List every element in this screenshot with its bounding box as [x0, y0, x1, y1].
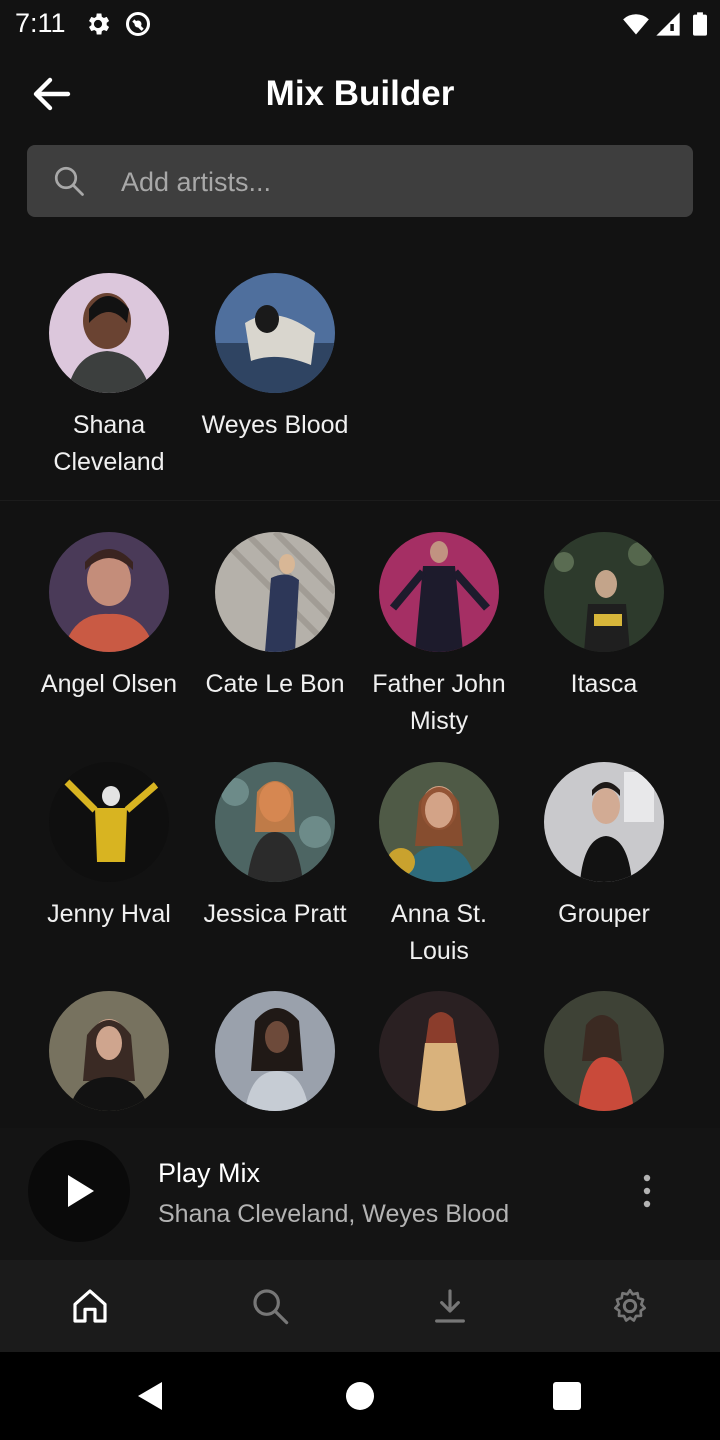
- artist-avatar: [215, 273, 335, 393]
- nav-search[interactable]: [180, 1260, 360, 1352]
- sync-status-icon: [125, 11, 151, 37]
- back-triangle-icon[interactable]: [132, 1378, 168, 1414]
- artist-name: Itasca: [570, 670, 638, 698]
- artist-avatar: [215, 991, 335, 1111]
- selected-artist-shana-cleveland[interactable]: Shana Cleveland: [29, 273, 189, 481]
- artist-avatar: [49, 273, 169, 393]
- artist-avatar: [544, 762, 664, 882]
- artist-tile[interactable]: [29, 991, 189, 1111]
- artist-avatar: [379, 532, 499, 652]
- nav-downloads[interactable]: [360, 1260, 540, 1352]
- artist-avatar: [379, 762, 499, 882]
- search-input[interactable]: [119, 145, 683, 219]
- more-options-button[interactable]: [630, 1172, 664, 1212]
- artist-itasca[interactable]: Itasca: [524, 532, 684, 703]
- artist-avatar: [379, 991, 499, 1111]
- artist-tile[interactable]: [524, 991, 684, 1111]
- artist-avatar: [49, 991, 169, 1111]
- more-vertical-icon: [643, 1174, 651, 1208]
- artist-father-john-misty[interactable]: Father John Misty: [359, 532, 519, 740]
- artist-avatar: [544, 991, 664, 1111]
- download-icon: [435, 1289, 465, 1323]
- artist-name: Weyes Blood: [201, 411, 349, 439]
- selected-artist-weyes-blood[interactable]: Weyes Blood: [195, 273, 355, 444]
- play-mix-title: Play Mix: [158, 1158, 261, 1188]
- artist-name: Shana Cleveland: [53, 411, 165, 476]
- mix-player: Play Mix Shana Cleveland, Weyes Blood: [0, 1128, 720, 1260]
- artist-avatar: [49, 762, 169, 882]
- artist-name: Angel Olsen: [40, 670, 178, 698]
- artist-search-bar[interactable]: [27, 145, 693, 219]
- play-button[interactable]: [28, 1140, 130, 1242]
- artist-name: Grouper: [558, 900, 650, 928]
- recents-square-icon[interactable]: [549, 1378, 585, 1414]
- artist-name: Father John Misty: [372, 670, 506, 735]
- artist-name: Jessica Pratt: [203, 900, 347, 928]
- artist-name: Cate Le Bon: [205, 670, 345, 698]
- artist-anna-st-louis[interactable]: Anna St. Louis: [359, 762, 519, 970]
- artist-avatar: [215, 532, 335, 652]
- status-time: 7:11: [15, 8, 66, 38]
- system-nav-bar: [0, 1352, 720, 1440]
- play-icon: [68, 1175, 94, 1207]
- artist-avatar: [544, 532, 664, 652]
- play-mix-subtitle: Shana Cleveland, Weyes Blood: [158, 1200, 510, 1228]
- section-divider: [0, 500, 720, 501]
- app-header: Mix Builder: [0, 52, 720, 140]
- artist-jessica-pratt[interactable]: Jessica Pratt: [195, 762, 355, 933]
- status-bar: 7:11: [0, 0, 720, 48]
- artist-name: Anna St. Louis: [391, 900, 487, 965]
- settings-status-icon: [89, 13, 110, 35]
- bottom-nav: [0, 1260, 720, 1352]
- artist-tile[interactable]: [359, 991, 519, 1111]
- search-icon: [253, 1289, 289, 1325]
- artist-avatar: [49, 532, 169, 652]
- home-circle-icon[interactable]: [342, 1378, 378, 1414]
- gear-icon: [614, 1288, 646, 1322]
- selected-artists: Shana Cleveland Weyes Blood: [0, 250, 720, 500]
- battery-icon: [693, 12, 707, 36]
- artist-angel-olsen[interactable]: Angel Olsen: [29, 532, 189, 703]
- artist-jenny-hval[interactable]: Jenny Hval: [29, 762, 189, 933]
- wifi-icon: [623, 14, 649, 35]
- artist-avatar: [215, 762, 335, 882]
- nav-settings[interactable]: [540, 1260, 720, 1352]
- nav-home[interactable]: [0, 1260, 180, 1352]
- home-icon: [73, 1289, 107, 1323]
- artist-tile[interactable]: [195, 991, 355, 1111]
- page-title: Mix Builder: [265, 74, 455, 113]
- artist-cate-le-bon[interactable]: Cate Le Bon: [195, 532, 355, 703]
- artist-grouper[interactable]: Grouper: [524, 762, 684, 933]
- artist-name: Jenny Hval: [47, 900, 171, 928]
- search-icon: [54, 166, 84, 196]
- signal-icon: [656, 12, 680, 36]
